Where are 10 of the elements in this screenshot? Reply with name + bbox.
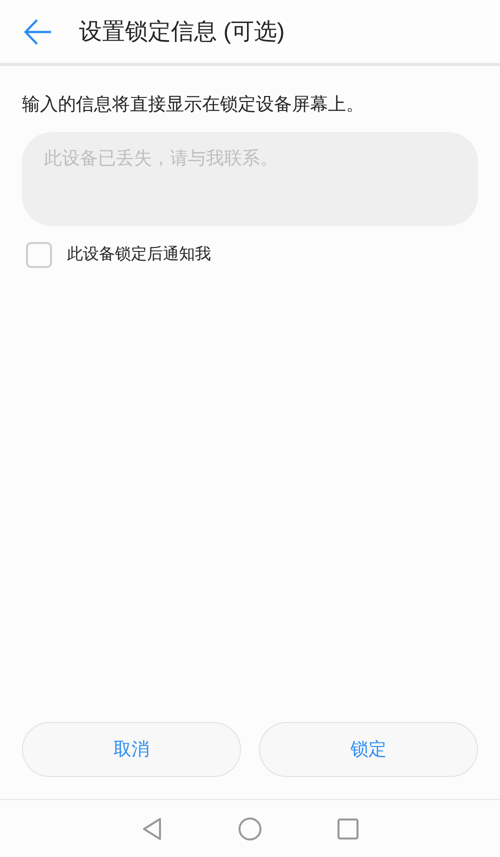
description-text: 输入的信息将直接显示在锁定设备屏幕上。 xyxy=(22,93,365,116)
action-button[interactable]: 取消 xyxy=(22,722,241,777)
action-button[interactable]: 锁定 xyxy=(259,722,478,777)
back-icon[interactable] xyxy=(141,816,163,840)
recents-icon[interactable] xyxy=(337,818,359,840)
back-arrow-icon[interactable] xyxy=(24,18,52,44)
page-title: 设置锁定信息 (可选) xyxy=(79,17,285,46)
notify-checkbox[interactable] xyxy=(26,242,52,268)
notify-label: 此设备锁定后通知我 xyxy=(67,244,211,265)
home-icon[interactable] xyxy=(238,816,262,840)
